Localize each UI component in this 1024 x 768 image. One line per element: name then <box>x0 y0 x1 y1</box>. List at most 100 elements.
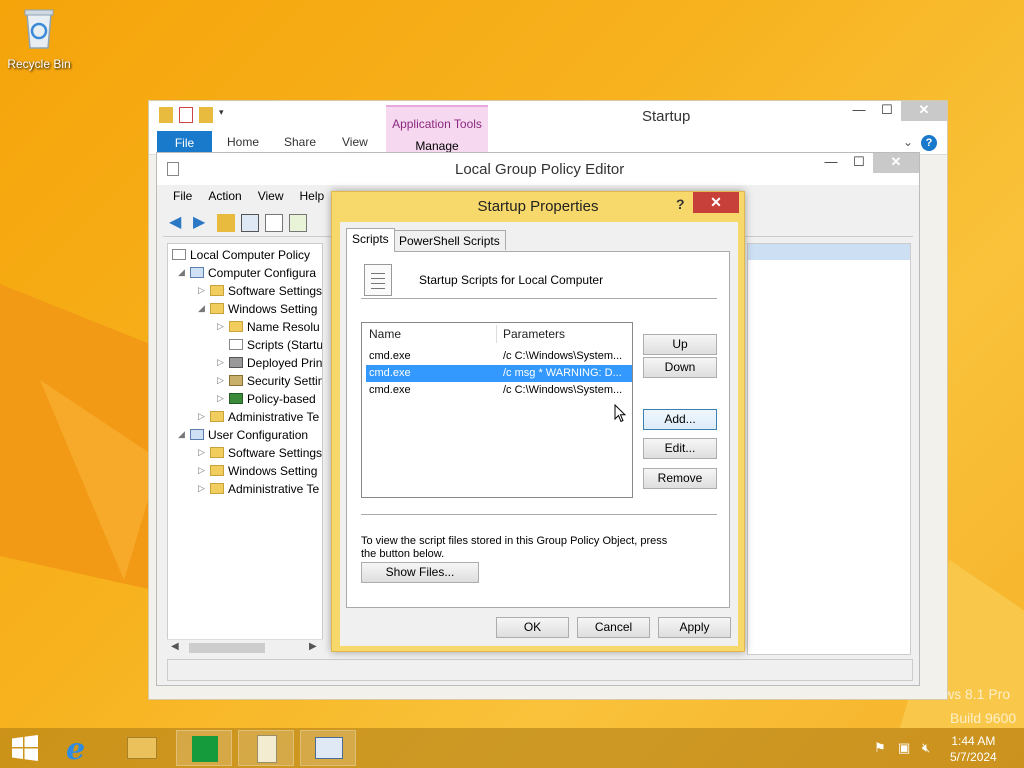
chevron-down-icon[interactable]: ⌄ <box>903 135 913 149</box>
expand-icon[interactable]: ▷ <box>198 447 205 458</box>
tree-node[interactable]: User Configuration <box>190 426 308 444</box>
gpedit-title: Local Group Policy Editor <box>455 161 625 178</box>
tree-node[interactable]: Security Settin <box>229 372 322 390</box>
tree-node[interactable]: Software Settings <box>210 444 322 462</box>
export-list-icon[interactable] <box>289 213 307 232</box>
collapse-icon[interactable]: ◢ <box>178 429 185 440</box>
show-hide-tree-icon[interactable] <box>241 213 259 232</box>
back-arrow-icon[interactable]: ◀ <box>169 214 187 232</box>
tree-node[interactable]: Windows Setting <box>210 462 317 480</box>
scripts-list[interactable]: Name Parameters cmd.exe /c C:\Windows\Sy… <box>361 322 633 498</box>
edit-button[interactable]: Edit... <box>643 438 717 459</box>
tree-node[interactable]: Administrative Te <box>210 480 319 498</box>
scroll-right-icon[interactable]: ▶ <box>309 641 317 652</box>
menu-action[interactable]: Action <box>208 189 241 207</box>
table-row[interactable]: cmd.exe /c C:\Windows\System... <box>366 382 632 399</box>
volume-muted-icon[interactable]: 🔇︎ <box>922 740 930 756</box>
expand-icon[interactable]: ▷ <box>198 285 205 296</box>
expand-icon[interactable]: ▷ <box>217 375 224 386</box>
new-folder-icon[interactable] <box>199 107 213 123</box>
tree-node[interactable]: Deployed Prin <box>229 354 322 372</box>
tab-view[interactable]: View <box>342 135 368 149</box>
help-icon[interactable]: ? <box>921 135 937 151</box>
explorer-titlebar[interactable]: ▾ Startup — ☐ ✕ <box>149 101 947 131</box>
minimize-button[interactable]: — <box>845 101 873 121</box>
tree-node[interactable]: Policy-based <box>229 390 316 408</box>
help-button[interactable]: ? <box>676 196 685 212</box>
expand-icon[interactable]: ▷ <box>198 465 205 476</box>
tree-node[interactable]: Administrative Te <box>210 408 319 426</box>
up-button[interactable]: Up <box>643 334 717 355</box>
expand-icon[interactable]: ▷ <box>217 393 224 404</box>
taskbar-notepad[interactable] <box>238 730 294 766</box>
taskbar-file-explorer[interactable] <box>114 730 170 766</box>
tab-powershell-scripts[interactable]: PowerShell Scripts <box>393 230 506 250</box>
tab-manage[interactable]: Manage <box>386 139 488 153</box>
tree-node[interactable]: Windows Setting <box>210 300 317 318</box>
menu-help[interactable]: Help <box>300 189 325 207</box>
tab-scripts[interactable]: Scripts <box>346 228 395 252</box>
tab-share[interactable]: Share <box>284 135 316 149</box>
taskbar-internet-explorer[interactable]: e <box>54 730 110 767</box>
menu-file[interactable]: File <box>173 189 192 207</box>
tree-node[interactable]: Software Settings <box>210 282 322 300</box>
desktop-icon-label: Recycle Bin <box>7 57 71 71</box>
divider <box>361 514 717 515</box>
row-name: cmd.exe <box>369 384 411 396</box>
taskbar: e ⚑ ▣ 🔇︎ 1:44 AM 5/7/2024 <box>0 728 1024 768</box>
chevron-down-icon[interactable]: ▾ <box>219 107 227 123</box>
minimize-button[interactable]: — <box>817 153 845 173</box>
cancel-button[interactable]: Cancel <box>577 617 650 638</box>
tree-node-selected[interactable]: Scripts (Startu <box>229 336 322 354</box>
file-explorer-icon <box>127 737 157 759</box>
taskbar-group-policy[interactable] <box>300 730 356 766</box>
desktop-icon-recycle-bin[interactable]: Recycle Bin <box>4 6 74 71</box>
forward-arrow-icon[interactable]: ▶ <box>193 214 211 232</box>
close-button[interactable]: ✕ <box>873 153 919 173</box>
expand-icon[interactable]: ▷ <box>198 411 205 422</box>
clock[interactable]: 1:44 AM 5/7/2024 <box>950 733 997 765</box>
tab-home[interactable]: Home <box>227 135 259 149</box>
show-files-button[interactable]: Show Files... <box>361 562 479 583</box>
expand-icon[interactable]: ▷ <box>217 357 224 368</box>
tree-node[interactable]: Local Computer Policy <box>172 246 310 264</box>
action-center-flag-icon[interactable]: ⚑ <box>874 740 886 756</box>
details-selected-row[interactable] <box>748 244 910 260</box>
scroll-left-icon[interactable]: ◀ <box>171 641 179 652</box>
taskbar-store[interactable] <box>176 730 232 766</box>
menu-view[interactable]: View <box>258 189 284 207</box>
collapse-icon[interactable]: ◢ <box>198 303 205 314</box>
folder-icon[interactable] <box>159 107 173 123</box>
policy-tree[interactable]: Local Computer Policy ◢ Computer Configu… <box>167 243 323 655</box>
details-pane[interactable] <box>747 243 911 655</box>
up-folder-icon[interactable] <box>217 213 235 232</box>
close-button[interactable]: ✕ <box>901 101 947 121</box>
properties-icon[interactable] <box>265 213 283 232</box>
scrollbar-thumb[interactable] <box>189 643 265 653</box>
column-divider[interactable] <box>496 325 497 343</box>
ok-button[interactable]: OK <box>496 617 569 638</box>
network-icon[interactable]: ▣ <box>898 740 910 756</box>
recycle-bin-icon <box>24 9 54 49</box>
collapse-icon[interactable]: ◢ <box>178 267 185 278</box>
tree-horizontal-scrollbar[interactable]: ◀ ▶ <box>167 639 323 655</box>
table-row[interactable]: cmd.exe /c C:\Windows\System... <box>366 348 632 365</box>
expand-icon[interactable]: ▷ <box>217 321 224 332</box>
scripts-tab-panel: Startup Scripts for Local Computer Name … <box>346 251 730 608</box>
expand-icon[interactable]: ▷ <box>198 483 205 494</box>
gpedit-titlebar[interactable]: Local Group Policy Editor — ☐ ✕ <box>157 153 919 185</box>
dialog-close-button[interactable]: ✕ <box>693 192 739 213</box>
remove-button[interactable]: Remove <box>643 468 717 489</box>
apply-button[interactable]: Apply <box>658 617 731 638</box>
properties-icon[interactable] <box>179 107 193 123</box>
start-button[interactable] <box>0 730 50 766</box>
down-button[interactable]: Down <box>643 357 717 378</box>
tree-node[interactable]: Name Resolu <box>229 318 320 336</box>
column-header-parameters[interactable]: Parameters <box>503 327 565 341</box>
add-button[interactable]: Add... <box>643 409 717 430</box>
column-header-name[interactable]: Name <box>369 327 401 341</box>
maximize-button[interactable]: ☐ <box>845 153 873 173</box>
maximize-button[interactable]: ☐ <box>873 101 901 121</box>
tree-node[interactable]: Computer Configura <box>190 264 316 282</box>
table-row-selected[interactable]: cmd.exe /c msg * WARNING: D... <box>366 365 632 382</box>
